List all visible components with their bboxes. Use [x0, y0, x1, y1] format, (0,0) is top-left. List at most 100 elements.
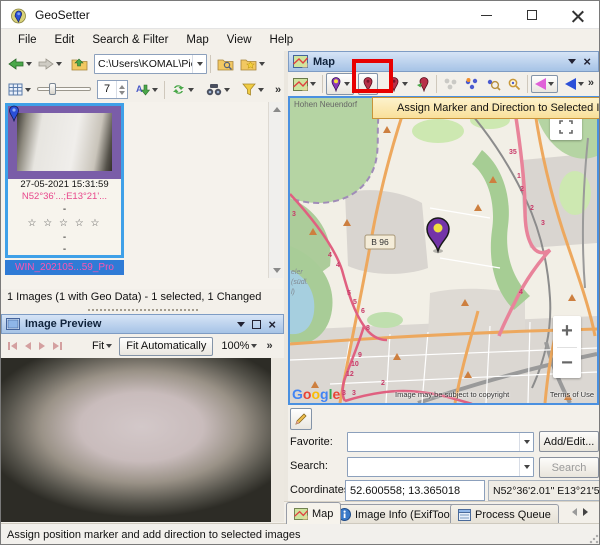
zoom-percent-caret[interactable]: [251, 344, 257, 348]
search-combobox[interactable]: [347, 457, 534, 477]
preview-overflow-chevron[interactable]: »: [266, 340, 272, 352]
tab-process-queue[interactable]: Process Queue: [450, 504, 559, 524]
coordinates-input[interactable]: [345, 480, 485, 501]
slider-handle[interactable]: [49, 83, 56, 95]
folder-up-button[interactable]: [68, 55, 91, 73]
favorite-combobox[interactable]: [347, 432, 534, 452]
minimize-button[interactable]: [463, 1, 509, 29]
grid-view-icon: [8, 83, 23, 96]
filter-button[interactable]: [239, 81, 267, 98]
thumbnail-size-slider[interactable]: [37, 84, 91, 94]
position-marker-caret[interactable]: [344, 82, 350, 86]
forward-button[interactable]: [35, 56, 65, 72]
previous-image-button[interactable]: [20, 338, 35, 355]
tab-scroll-right-icon[interactable]: [583, 508, 588, 516]
map-view[interactable]: 3 4 4 5 5 6 8 9 10 12 2 3 3 35 1 2 2 3 4: [288, 96, 599, 405]
preview-close-icon[interactable]: ×: [268, 320, 276, 329]
back-button[interactable]: [5, 56, 35, 72]
tab-scroll-left-icon[interactable]: [572, 508, 577, 516]
thumbnail-photo: [17, 113, 112, 171]
fit-automatically-button[interactable]: Fit Automatically: [119, 337, 213, 356]
menu-help[interactable]: Help: [261, 31, 303, 49]
search-images-caret[interactable]: [224, 88, 230, 92]
direction-view-button[interactable]: [562, 76, 587, 92]
sort-button[interactable]: A: [132, 81, 161, 99]
goto-marker-button[interactable]: [414, 74, 433, 94]
map-zoom-out-button[interactable]: −: [553, 348, 581, 379]
menu-file[interactable]: File: [9, 31, 46, 49]
spinner-buttons[interactable]: [116, 81, 127, 98]
zoom-to-position-button[interactable]: [504, 75, 524, 93]
map-menu-caret[interactable]: [568, 59, 576, 64]
direction-west-button[interactable]: [531, 75, 558, 93]
map-type-caret[interactable]: [310, 82, 316, 86]
thumbnail-filename[interactable]: WIN_202105...59_Pro: [5, 260, 124, 275]
back-dropdown-caret[interactable]: [26, 62, 32, 66]
close-icon: [572, 9, 584, 21]
resize-grip[interactable]: [589, 534, 599, 544]
position-marker-button[interactable]: [326, 73, 354, 95]
folder-favorites-button[interactable]: [237, 55, 268, 73]
google-logo[interactable]: Google: [292, 386, 340, 404]
toolbar-overflow-chevron[interactable]: »: [275, 84, 281, 96]
svg-text:4: 4: [519, 289, 523, 296]
menu-edit[interactable]: Edit: [46, 31, 84, 49]
first-image-button[interactable]: [5, 338, 20, 355]
svg-text:5: 5: [347, 290, 351, 297]
zoom-percent-button[interactable]: 100%: [218, 338, 260, 354]
tab-image-info[interactable]: Image Info (ExifTool): [330, 504, 464, 524]
assign-marker-direction-caret[interactable]: [402, 82, 408, 86]
favorite-dropdown-button[interactable]: [519, 433, 533, 451]
last-image-button[interactable]: [50, 338, 65, 355]
menu-search-filter[interactable]: Search & Filter: [83, 31, 177, 49]
scroll-down-button[interactable]: [269, 263, 284, 278]
path-combobox[interactable]: C:\Users\KOMAL\Pictur: [94, 54, 207, 74]
refresh-caret[interactable]: [188, 88, 194, 92]
search-button[interactable]: Search: [539, 457, 599, 478]
image-preview-title: Image Preview: [25, 318, 237, 330]
map-zoom-in-button[interactable]: +: [553, 316, 581, 347]
preview-menu-caret[interactable]: [237, 322, 245, 327]
thumbnail-item[interactable]: 27-05-2021 15:31:59 N52°36'...;E13°21'..…: [5, 103, 124, 258]
direction-view-caret[interactable]: [578, 82, 584, 86]
sort-caret[interactable]: [152, 88, 158, 92]
preview-maximize-icon[interactable]: [252, 320, 261, 329]
spinner-down-icon: [119, 91, 125, 95]
svg-text:(südl.: (südl.: [291, 279, 308, 286]
folder-favorites-caret[interactable]: [259, 62, 265, 66]
thumbnail-frame: [8, 106, 121, 179]
refresh-button[interactable]: [168, 81, 197, 98]
close-button[interactable]: [555, 1, 600, 29]
map-type-button[interactable]: [290, 76, 319, 93]
rating-stars[interactable]: ☆ ☆ ☆ ☆ ☆: [8, 216, 121, 232]
path-dropdown-button[interactable]: [192, 55, 206, 73]
zoom-to-markers-button[interactable]: [482, 75, 504, 93]
show-selected-markers-button[interactable]: [461, 75, 482, 93]
menu-view[interactable]: View: [218, 31, 261, 49]
map-toolbar-overflow-chevron[interactable]: »: [588, 77, 594, 89]
edit-coordinates-button[interactable]: [290, 408, 312, 430]
filter-caret[interactable]: [258, 88, 264, 92]
folder-browse-button[interactable]: [214, 55, 237, 73]
maximize-button[interactable]: [509, 1, 555, 29]
map-close-icon[interactable]: ×: [583, 57, 591, 66]
view-mode-button[interactable]: [5, 81, 34, 98]
view-mode-caret[interactable]: [25, 88, 31, 92]
next-image-icon: [38, 341, 47, 351]
forward-dropdown-caret[interactable]: [56, 62, 62, 66]
fit-button[interactable]: Fit: [89, 338, 115, 354]
search-images-button[interactable]: [203, 81, 233, 98]
menu-map[interactable]: Map: [177, 31, 217, 49]
map-terms-link[interactable]: Terms of Use: [550, 390, 594, 399]
zoom-level-spinner[interactable]: 7: [97, 80, 128, 99]
show-markers-button[interactable]: [440, 75, 461, 93]
horizontal-splitter[interactable]: [1, 306, 284, 314]
search-dropdown-button[interactable]: [519, 458, 533, 476]
direction-west-caret[interactable]: [548, 82, 554, 86]
tab-map[interactable]: Map: [286, 502, 341, 524]
scroll-up-button[interactable]: [269, 102, 284, 117]
fit-caret[interactable]: [106, 344, 112, 348]
next-image-button[interactable]: [35, 338, 50, 355]
add-edit-button[interactable]: Add/Edit...: [539, 431, 599, 452]
thumbnail-scrollbar[interactable]: [268, 102, 283, 278]
